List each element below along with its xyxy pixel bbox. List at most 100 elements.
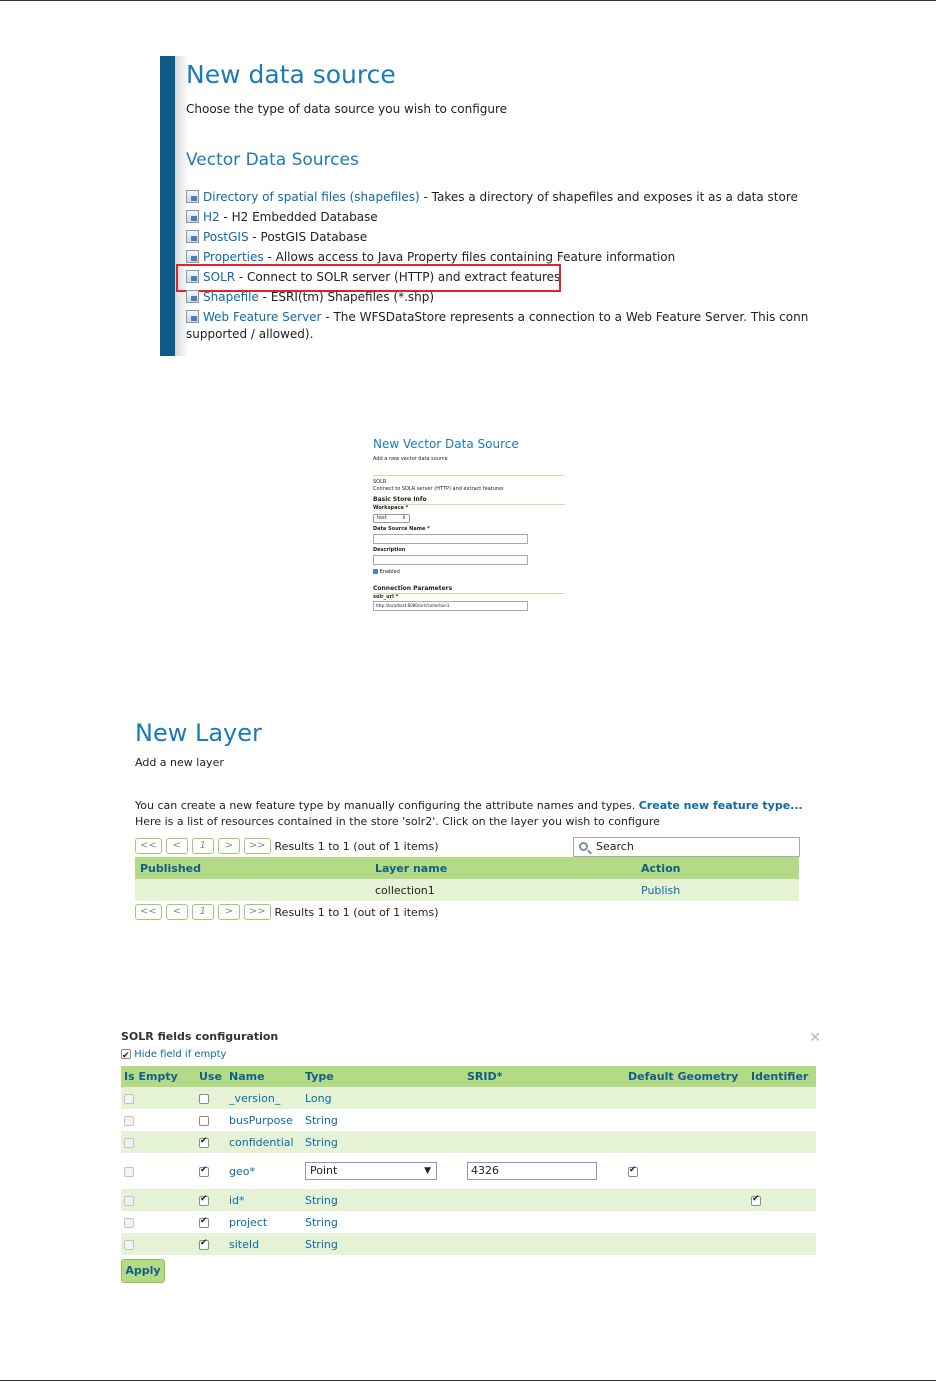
- use-checkbox[interactable]: [199, 1093, 209, 1104]
- first-page-button[interactable]: <<: [135, 904, 162, 920]
- first-page-button[interactable]: <<: [135, 838, 162, 854]
- new-layer-panel: New Layer Add a new layer You can create…: [135, 718, 805, 922]
- workspace-label: Workspace *: [373, 505, 409, 511]
- wfs-description-tail: supported / allowed).: [186, 327, 314, 341]
- updown-arrows-icon: ⇕: [401, 515, 406, 521]
- prev-page-button[interactable]: <: [165, 904, 188, 920]
- intro-text-2: Here is a list of resources contained in…: [135, 815, 660, 828]
- vector-sources-heading: Vector Data Sources: [186, 150, 359, 170]
- layer-name-cell: collection1: [370, 879, 636, 901]
- hide-empty-checkbox[interactable]: [121, 1047, 131, 1065]
- form-subtitle: Add a new vector data source: [373, 456, 448, 462]
- identifier-checkbox[interactable]: [751, 1194, 761, 1206]
- new-data-source-panel: New data source Choose the type of data …: [160, 56, 840, 356]
- use-checkbox[interactable]: [199, 1238, 209, 1250]
- source-description: - ESRI(tm) Shapefiles (*.shp): [258, 290, 435, 304]
- source-link[interactable]: PostGIS: [203, 230, 249, 244]
- srid-input[interactable]: 4326: [467, 1162, 597, 1180]
- field-name: busPurpose: [229, 1113, 293, 1127]
- hide-empty-label: Hide field if empty: [134, 1049, 227, 1060]
- vector-sources-list: Directory of spatial files (shapefiles) …: [176, 187, 836, 327]
- fields-table: Is Empty Use Name Type SRID* Default Geo…: [121, 1066, 816, 1255]
- use-checkbox[interactable]: [199, 1165, 209, 1177]
- basic-store-info-heading: Basic Store Info: [373, 496, 427, 503]
- source-description: - Allows access to Java Property files c…: [263, 250, 676, 264]
- description-label: Description: [373, 547, 406, 553]
- field-name: siteId: [226, 1233, 302, 1255]
- datastore-icon: [186, 250, 199, 263]
- datastore-icon: [186, 270, 199, 283]
- solr-url-label: solr_url *: [373, 594, 399, 600]
- source-link[interactable]: Properties: [203, 250, 264, 264]
- source-link[interactable]: SOLR: [203, 270, 235, 284]
- prev-page-button[interactable]: <: [165, 838, 188, 854]
- source-description: - The WFSDataStore represents a connecti…: [321, 310, 809, 324]
- field-type: String: [305, 1113, 338, 1127]
- data-source-name-input[interactable]: [373, 534, 528, 544]
- column-header-layer-name[interactable]: Layer name: [370, 857, 636, 879]
- field-name: geo*: [229, 1164, 255, 1178]
- source-description: - H2 Embedded Database: [219, 210, 378, 224]
- default-geometry-checkbox[interactable]: [628, 1165, 638, 1177]
- field-type: String: [302, 1131, 464, 1153]
- datastore-icon: [186, 290, 199, 303]
- column-header-action[interactable]: Action: [636, 857, 799, 879]
- source-link[interactable]: Web Feature Server: [203, 310, 322, 324]
- enabled-checkbox[interactable]: [373, 569, 378, 574]
- table-row: geo* Point ▼ 4326: [121, 1153, 816, 1189]
- page-number-button[interactable]: 1: [191, 904, 214, 920]
- dialog-title: SOLR fields configuration: [121, 1030, 279, 1043]
- page-number-button[interactable]: 1: [191, 838, 214, 854]
- dropdown-arrow-icon: ▼: [424, 1166, 431, 1176]
- column-header-name: Name: [226, 1066, 302, 1087]
- layer-page-subtitle: Add a new layer: [135, 756, 224, 769]
- close-icon[interactable]: ✕: [809, 1029, 821, 1047]
- column-header-published[interactable]: Published: [135, 857, 370, 879]
- solr-url-input[interactable]: http://localhost:8080/solr/collection1: [373, 601, 528, 611]
- divider: [373, 475, 565, 476]
- source-description: - Connect to SOLR server (HTTP) and extr…: [235, 270, 561, 284]
- field-name: project: [229, 1215, 268, 1229]
- new-vector-source-form: New Vector Data Source Add a new vector …: [373, 437, 568, 611]
- next-page-button[interactable]: >: [217, 838, 240, 854]
- field-name: id*: [226, 1189, 302, 1211]
- last-page-button[interactable]: >>: [243, 838, 271, 854]
- workspace-value: test: [377, 515, 387, 521]
- source-item-shapefile: Shapefile - ESRI(tm) Shapefiles (*.shp): [186, 287, 836, 307]
- page-title: New data source: [186, 60, 396, 89]
- source-item-wfs: Web Feature Server - The WFSDataStore re…: [186, 307, 836, 327]
- source-link[interactable]: H2: [203, 210, 220, 224]
- geometry-type-select[interactable]: Point ▼: [305, 1162, 437, 1180]
- bottom-rule: [0, 1380, 936, 1381]
- dialog-header: SOLR fields configuration ✕: [121, 1028, 821, 1046]
- source-item-h2: H2 - H2 Embedded Database: [186, 207, 836, 227]
- source-type-name: SOLR: [373, 479, 387, 485]
- workspace-select[interactable]: test ⇕: [373, 514, 410, 523]
- table-row: busPurpose String: [121, 1109, 816, 1131]
- source-item-solr: SOLR - Connect to SOLR server (HTTP) and…: [176, 264, 836, 292]
- source-link[interactable]: Shapefile: [203, 290, 259, 304]
- connection-parameters-heading: Connection Parameters: [373, 585, 453, 592]
- source-type-description: Connect to SOLR server (HTTP) and extrac…: [373, 486, 504, 492]
- sidebar-accent: [160, 56, 175, 356]
- source-link[interactable]: Directory of spatial files (shapefiles): [203, 190, 420, 204]
- layer-page-title: New Layer: [135, 719, 262, 747]
- use-checkbox[interactable]: [199, 1115, 209, 1126]
- is-empty-checkbox: [124, 1115, 134, 1126]
- field-type: String: [302, 1189, 464, 1211]
- column-header-identifier: Identifier: [748, 1066, 816, 1087]
- apply-button[interactable]: Apply: [121, 1259, 165, 1283]
- last-page-button[interactable]: >>: [243, 904, 271, 920]
- description-input[interactable]: [373, 555, 528, 565]
- search-input[interactable]: Search: [573, 837, 800, 857]
- enabled-row: Enabled: [373, 569, 568, 576]
- use-checkbox[interactable]: [199, 1216, 209, 1228]
- next-page-button[interactable]: >: [217, 904, 240, 920]
- create-feature-type-link[interactable]: Create new feature type...: [639, 799, 803, 812]
- table-row: project String: [121, 1211, 816, 1233]
- publish-link[interactable]: Publish: [636, 879, 799, 901]
- table-row: siteId String: [121, 1233, 816, 1255]
- use-checkbox[interactable]: [199, 1136, 209, 1148]
- use-checkbox[interactable]: [199, 1194, 209, 1206]
- form-title: New Vector Data Source: [373, 437, 519, 451]
